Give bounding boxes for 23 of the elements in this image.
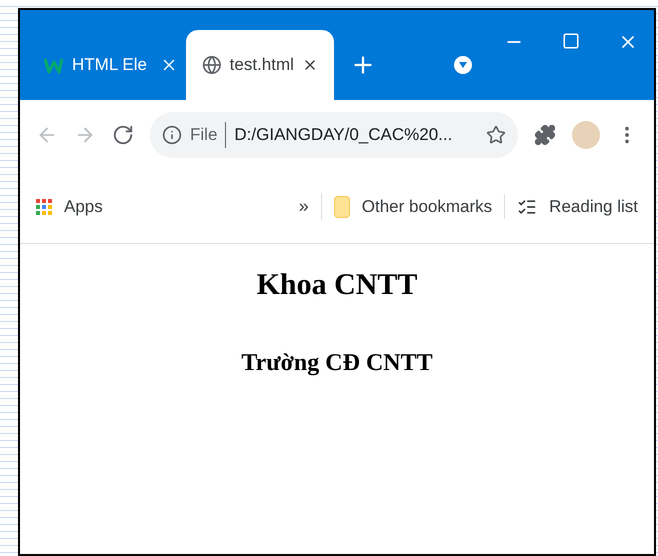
page-subheading: Trường CĐ CNTT <box>241 349 433 378</box>
extensions-icon[interactable] <box>534 124 556 146</box>
tab-title: test.html <box>230 54 294 76</box>
browser-tab[interactable]: test.html <box>186 30 334 100</box>
folder-icon <box>334 196 350 218</box>
other-bookmarks[interactable]: Other bookmarks <box>362 194 506 220</box>
site-logo-icon <box>44 56 64 74</box>
apps-bookmark[interactable]: Apps <box>64 194 287 220</box>
page-heading: Khoa CNTT <box>256 267 418 303</box>
address-bar[interactable]: File D:/GIANGDAY/0_CAC%20... <box>150 112 518 158</box>
globe-icon <box>202 54 222 76</box>
url-text: D:/GIANGDAY/0_CAC%20... <box>234 124 454 146</box>
maximize-icon[interactable] <box>562 32 580 50</box>
scheme-label: File <box>190 122 226 148</box>
reading-list[interactable]: Reading list <box>549 194 638 220</box>
more-bookmarks-chevron[interactable]: » <box>298 193 322 220</box>
info-icon[interactable] <box>162 125 182 145</box>
star-icon[interactable] <box>486 125 506 145</box>
tab-title: HTML Ele <box>72 54 148 76</box>
tab-search-icon[interactable] <box>454 56 472 74</box>
reload-icon[interactable] <box>112 124 134 146</box>
browser-tab[interactable]: HTML Ele <box>36 30 186 100</box>
apps-grid-icon <box>36 198 52 214</box>
